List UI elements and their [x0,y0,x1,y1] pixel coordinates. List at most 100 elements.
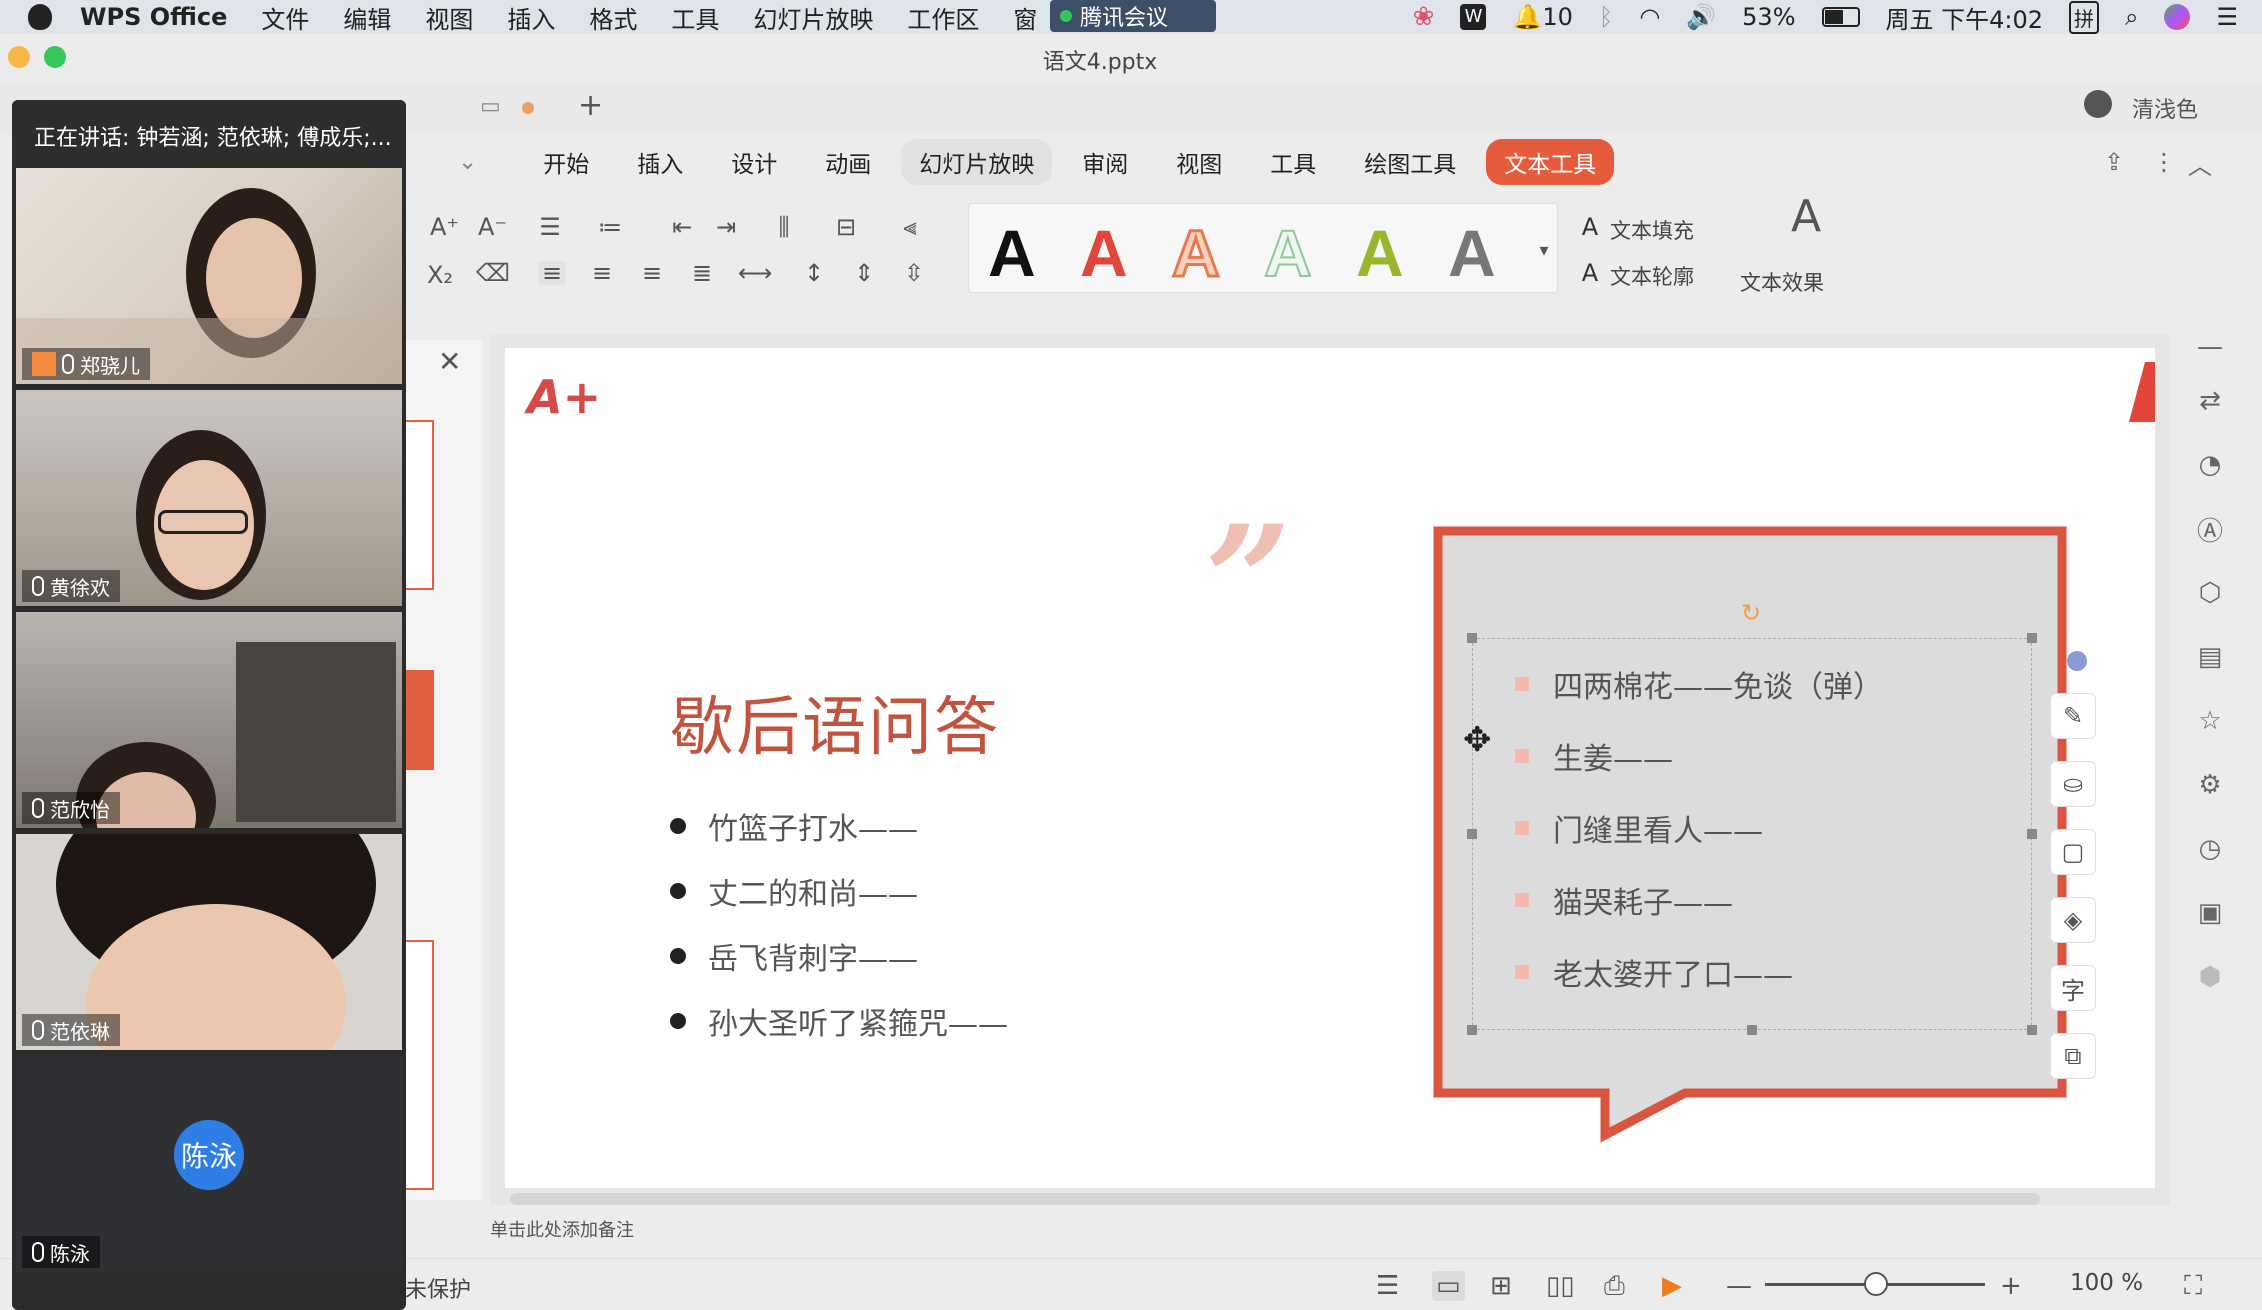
image-icon[interactable]: ▣ [2193,896,2227,930]
text-style-gray[interactable]: A [1448,215,1496,291]
text-style-orange-outline[interactable]: A [1171,215,1222,292]
menu-workspace[interactable]: 工作区 [907,0,979,35]
align-text-icon[interactable]: ⊟ [832,215,860,239]
text-style-black[interactable]: A [988,215,1036,291]
star-icon[interactable]: ☆ [2193,704,2227,738]
history-icon[interactable]: ◷ [2193,832,2227,866]
pen-icon[interactable]: ✎ [2050,693,2096,739]
shape-library-icon[interactable]: ⧉ [2050,1033,2096,1079]
video-tile[interactable]: 范依琳 [16,834,402,1050]
menu-file[interactable]: 文件 [261,0,309,35]
user-avatar[interactable] [2084,90,2112,118]
tab-drawing-tools[interactable]: 绘图工具 [1346,139,1474,185]
input-method-icon[interactable]: 拼 [2069,0,2100,34]
tab-animation[interactable]: 动画 [807,139,889,185]
slide-title[interactable]: 歇后语问答 [670,676,1000,768]
resize-handle[interactable] [2027,829,2037,839]
slide-sorter-icon[interactable]: ⊞ [1490,1271,1512,1301]
text-fill-button[interactable]: 文本填充 [1610,215,1694,245]
new-tab-button[interactable]: + [578,88,603,123]
ribbon-fold-icon[interactable]: ︿ [2188,146,2212,181]
zoom-level[interactable]: 100 % [2070,1270,2143,1296]
right-bullet-list[interactable]: 四两棉花——免谈（弹） 生姜—— 门缝里看人—— 猫哭耗子—— 老太婆开了口—— [1515,648,1883,1008]
align-left-icon[interactable]: ≡ [538,261,566,285]
text-outline-icon[interactable]: A [1576,261,1604,285]
text-outline-button[interactable]: 文本轮廓 [1610,261,1694,291]
menu-window[interactable]: 窗 [1013,0,1037,35]
siri-icon[interactable] [2164,4,2191,30]
swirl-app-icon[interactable]: ❀ [1413,2,1435,32]
menu-app-name[interactable]: WPS Office [80,3,227,31]
play-slideshow-icon[interactable]: ▶ [1662,1271,1682,1301]
subscript-icon[interactable]: X₂ [426,263,454,287]
normal-view-icon[interactable]: ▭ [1432,1271,1465,1301]
clock[interactable]: 周五 下午4:02 [1886,0,2044,35]
decrease-indent-icon[interactable]: ⇤ [668,215,696,239]
menu-insert[interactable]: 插入 [507,0,555,35]
menu-edit[interactable]: 编辑 [343,0,391,35]
increase-indent-icon[interactable]: ⇥ [712,215,740,239]
zoom-in-button[interactable]: + [2000,1271,2022,1301]
resize-handle[interactable] [1467,829,1477,839]
tab-tools[interactable]: 工具 [1252,139,1334,185]
numbered-list-icon[interactable]: ≔ [596,215,624,239]
align-right-icon[interactable]: ≡ [638,261,666,285]
notes-placeholder[interactable]: 单击此处添加备注 [488,1210,2178,1250]
shapes-icon[interactable]: ◔ [2193,448,2227,482]
menu-tools[interactable]: 工具 [671,0,719,35]
slide-thumbnail[interactable] [404,420,434,590]
settings-sliders-icon[interactable]: ⚙ [2193,768,2227,802]
collapse-toolbar-icon[interactable] [2067,651,2087,671]
tab-design[interactable]: 设计 [713,139,795,185]
text-style-olive[interactable]: A [1356,215,1404,291]
slideshow-tab-icon[interactable]: ▭ [480,94,501,119]
resize-handle[interactable] [2027,1025,2037,1035]
menu-view[interactable]: 视图 [425,0,473,35]
sidebar-minus-icon[interactable]: — [2193,330,2227,364]
user-name[interactable]: 清浅色 [2132,92,2198,124]
text-fill-icon[interactable]: A [1576,215,1604,239]
resize-handle[interactable] [2027,633,2037,643]
video-tile[interactable]: 范欣怡 [16,612,402,828]
close-panel-icon[interactable]: ✕ [438,345,461,378]
text-direction-icon[interactable]: ⫼ [770,215,798,239]
left-bullet-list[interactable]: 竹篮子打水—— 丈二的和尚—— 岳飞背刺字—— 孙大圣听了紧箍咒—— [670,793,1008,1053]
tab-insert[interactable]: 插入 [619,139,701,185]
gallery-more-chevron-icon[interactable]: ▾ [1530,239,1558,263]
clear-format-icon[interactable]: ⌫ [476,261,510,285]
tab-text-tools[interactable]: 文本工具 [1486,139,1615,185]
ribbon-collapse-chevron-icon[interactable]: ⌄ [440,143,495,181]
cube-icon[interactable]: ⬢ [2193,960,2227,994]
video-tile[interactable]: 郑骁儿 [16,168,402,384]
control-center-icon[interactable]: ☰ [2216,3,2238,31]
notification-bell-icon[interactable]: 🔔10 [1512,3,1572,31]
outline-frame-icon[interactable]: ▢ [2050,829,2096,875]
font-decrease-icon[interactable]: A⁻ [478,215,507,239]
text-effect-icon[interactable]: A [1784,195,1828,249]
apple-icon[interactable] [28,4,52,30]
font-increase-icon[interactable]: A⁺ [430,215,459,239]
replace-icon[interactable]: ⇄ [2193,384,2227,418]
align-justify-icon[interactable]: ≣ [688,261,716,285]
menu-format[interactable]: 格式 [589,0,637,35]
tab-review[interactable]: 审阅 [1064,139,1146,185]
reading-view-icon[interactable]: ▯▯ [1546,1271,1575,1301]
zoom-out-button[interactable]: — [1726,1271,1752,1301]
meeting-status-badge[interactable]: 腾讯会议 [1050,0,1216,32]
volume-icon[interactable]: 🔊 [1686,3,1716,31]
slide-thumbnail-current[interactable] [404,940,434,1190]
resize-handle[interactable] [1747,1025,1757,1035]
menu-slideshow[interactable]: 幻灯片放映 [753,0,873,35]
text-style-green-outline[interactable]: A [1263,215,1313,291]
slide-thumbnail[interactable] [404,670,434,770]
text-column-icon[interactable]: ⫷ [896,215,924,239]
more-options-icon[interactable]: ⋮ [2152,148,2176,176]
spacing-options-icon[interactable]: ⇳ [900,261,928,285]
align-center-icon[interactable]: ≡ [588,261,616,285]
battery-icon[interactable] [1821,7,1860,27]
template-icon[interactable]: ▤ [2193,640,2227,674]
shield-icon[interactable]: ⬡ [2193,576,2227,610]
video-tile[interactable]: 黄徐欢 [16,390,402,606]
resize-handle[interactable] [1467,633,1477,643]
fit-window-icon[interactable]: ⛶ [2184,1271,2202,1302]
